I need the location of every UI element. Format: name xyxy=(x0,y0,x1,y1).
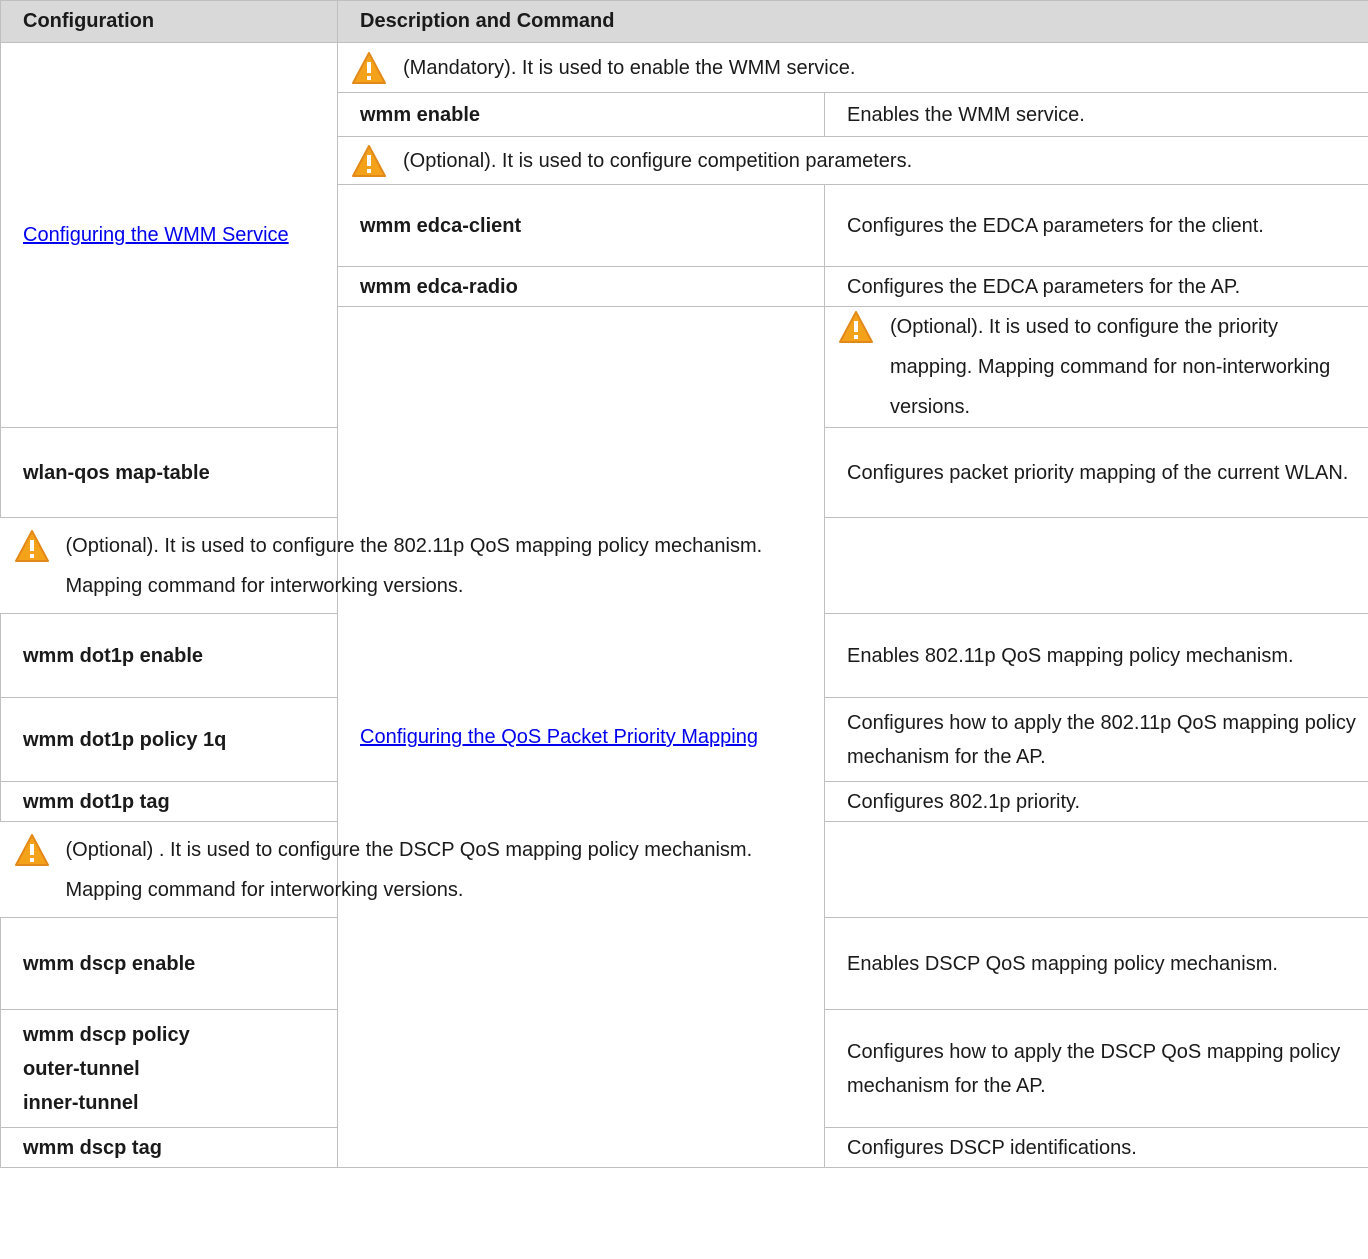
command-cell: wmm dot1p enable xyxy=(0,613,338,698)
notice-text: (Optional). It is used to configure comp… xyxy=(403,149,913,172)
command-cell: wmm edca-client xyxy=(337,184,825,267)
command-cell: wlan-qos map-table xyxy=(0,427,338,518)
header-configuration: Configuration xyxy=(0,0,338,43)
table-row: Configuring the WMM Service (Mandatory).… xyxy=(0,42,1368,428)
description-cell: Enables the WMM service. xyxy=(823,92,1368,137)
table-row: (Optional). It is used to configure the … xyxy=(0,517,1368,614)
table-row: (Optional) . It is used to configure the… xyxy=(0,821,1368,918)
warning-icon xyxy=(349,141,389,181)
link-configuring-qos-priority-mapping[interactable]: Configuring the QoS Packet Priority Mapp… xyxy=(360,726,758,748)
description-cell: Configures 802.1p priority. xyxy=(823,781,1368,822)
description-cell: Configures the EDCA parameters for the c… xyxy=(823,184,1368,267)
description-cell: Configures how to apply the DSCP QoS map… xyxy=(823,1009,1368,1128)
description-cell: Configures packet priority mapping of th… xyxy=(823,427,1368,518)
command-cell: wmm dscp enable xyxy=(0,917,338,1010)
notice-row: (Optional) . It is used to configure the… xyxy=(0,821,825,918)
warning-icon xyxy=(836,307,876,347)
warning-icon xyxy=(12,830,52,870)
command-line: inner-tunnel xyxy=(23,1091,139,1114)
command-cell: wmm edca-radio xyxy=(337,266,825,307)
command-line: outer-tunnel xyxy=(23,1057,140,1080)
description-cell: Enables DSCP QoS mapping policy mechanis… xyxy=(823,917,1368,1010)
notice-text: (Optional) . It is used to configure the… xyxy=(65,838,753,901)
command-cell: wmm dscp policy outer-tunnel inner-tunne… xyxy=(0,1009,338,1128)
notice-row: (Optional). It is used to configure comp… xyxy=(337,136,1368,185)
description-cell: Configures the EDCA parameters for the A… xyxy=(823,266,1368,307)
warning-icon xyxy=(12,526,52,566)
command-cell: wmm dot1p tag xyxy=(0,781,338,822)
config-cell-wmm: Configuring the WMM Service xyxy=(0,42,338,428)
notice-text: (Optional). It is used to configure the … xyxy=(65,534,763,597)
notice-text: (Mandatory). It is used to enable the WM… xyxy=(403,56,856,79)
header-description-and-command: Description and Command xyxy=(336,0,1368,43)
notice-text: (Optional). It is used to configure the … xyxy=(890,316,1331,418)
notice-row: (Optional). It is used to configure the … xyxy=(0,517,825,614)
notice-row: (Mandatory). It is used to enable the WM… xyxy=(337,42,1368,93)
command-line: wmm dscp policy xyxy=(23,1023,190,1046)
description-cell: Enables 802.11p QoS mapping policy mecha… xyxy=(823,613,1368,698)
table-header-row: Configuration Description and Command xyxy=(0,0,1368,43)
notice-row: (Optional). It is used to configure the … xyxy=(824,306,1368,428)
link-configuring-wmm-service[interactable]: Configuring the WMM Service xyxy=(23,224,289,246)
configuration-table: Configuration Description and Command Co… xyxy=(0,0,1368,1168)
command-cell: wmm dscp tag xyxy=(0,1127,338,1168)
command-cell: wmm dot1p policy 1q xyxy=(0,697,338,782)
warning-icon xyxy=(349,48,389,88)
command-cell: wmm enable xyxy=(337,92,825,137)
description-cell: Configures DSCP identifications. xyxy=(823,1127,1368,1168)
config-cell-qos: Configuring the QoS Packet Priority Mapp… xyxy=(337,306,825,1168)
description-cell: Configures how to apply the 802.11p QoS … xyxy=(823,697,1368,782)
